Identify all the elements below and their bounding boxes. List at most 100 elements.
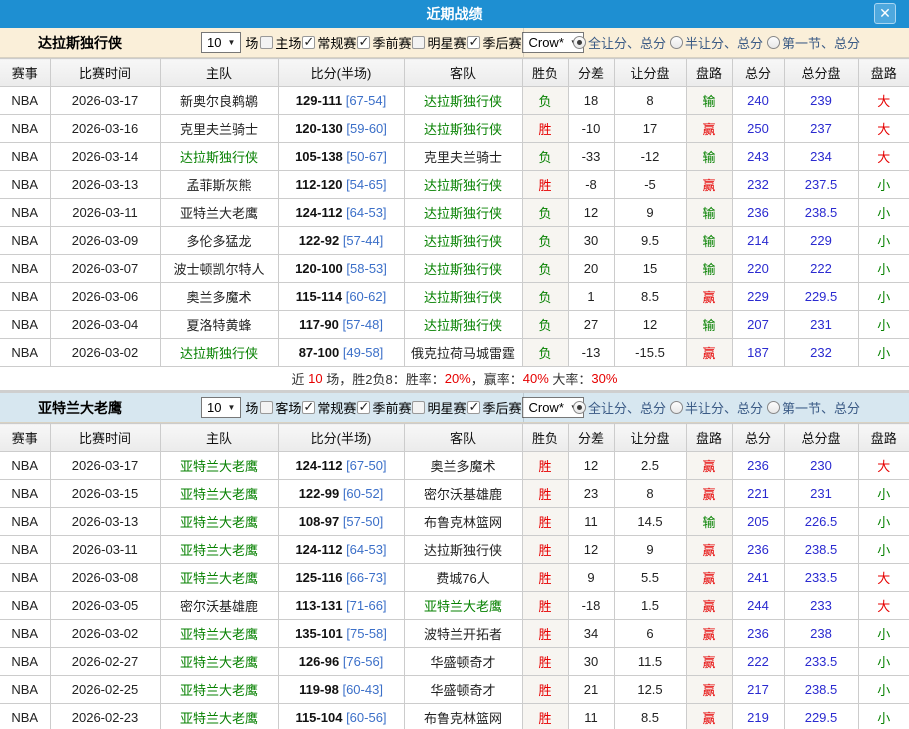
filter-checkbox[interactable]: 常规赛 (302, 33, 356, 52)
radio-label: 全让分、总分 (588, 33, 666, 52)
full-score: 117-90 (299, 317, 339, 332)
cell-handicap-line: -12 (614, 143, 686, 171)
summary-text: ，赢率： (471, 369, 523, 388)
cell-total-line: 229.5 (784, 283, 858, 311)
checkbox-icon[interactable] (467, 401, 480, 414)
full-score: 129-111 (296, 93, 342, 108)
cell-result: 负 (522, 339, 568, 367)
checkbox-icon[interactable] (260, 36, 273, 49)
filter-label: 明星赛 (427, 398, 466, 417)
cell-league: NBA (0, 199, 50, 227)
cell-away-team: 达拉斯独行侠 (404, 199, 522, 227)
cell-total-points: 219 (732, 704, 784, 729)
half-score: [60-62] (346, 289, 386, 304)
column-header: 总分 (732, 424, 784, 452)
radio-icon[interactable] (670, 401, 683, 414)
record-summary: 近 10 场，胜2负8：胜率：20%，赢率：40% 大率：30% (0, 367, 909, 393)
cell-point-diff: 30 (568, 227, 614, 255)
game-count-select[interactable]: 10 ▼ (201, 32, 241, 53)
cell-home-team: 奥兰多魔术 (160, 283, 278, 311)
results-table: 赛事比赛时间主队比分(半场)客队胜负分差让分盘盘路总分总分盘盘路 NBA2026… (0, 423, 909, 729)
cell-total-points: 229 (732, 283, 784, 311)
cell-handicap-result: 输 (686, 143, 732, 171)
cell-total-points: 236 (732, 620, 784, 648)
checkbox-icon[interactable] (412, 401, 425, 414)
cell-total-line: 238.5 (784, 676, 858, 704)
cell-away-team: 费城76人 (404, 564, 522, 592)
filter-checkbox[interactable]: 季前赛 (357, 33, 411, 52)
cell-point-diff: -8 (568, 171, 614, 199)
checkbox-icon[interactable] (302, 36, 315, 49)
full-score: 124-112 (295, 458, 342, 473)
filter-checkbox[interactable]: 明星赛 (412, 33, 466, 52)
bet-mode-radio[interactable]: 第一节、总分 (767, 33, 860, 52)
bet-mode-radio[interactable]: 半让分、总分 (670, 33, 763, 52)
radio-label: 第一节、总分 (782, 398, 860, 417)
cell-score: 122-99 [60-52] (278, 480, 404, 508)
full-score: 122-99 (299, 486, 339, 501)
table-row: NBA2026-03-11亚特兰大老鹰124-112 [64-53]达拉斯独行侠… (0, 199, 909, 227)
filter-checkbox[interactable]: 季前赛 (357, 398, 411, 417)
filter-checkbox[interactable]: 季后赛 (467, 398, 521, 417)
cell-handicap-line: 2.5 (614, 452, 686, 480)
cell-league: NBA (0, 508, 50, 536)
filter-checkbox[interactable]: 明星赛 (412, 398, 466, 417)
checkbox-icon[interactable] (357, 36, 370, 49)
bet-mode-radio[interactable]: 第一节、总分 (767, 398, 860, 417)
cell-home-team: 孟菲斯灰熊 (160, 171, 278, 199)
cell-handicap-line: 15 (614, 255, 686, 283)
game-count-select[interactable]: 10 ▼ (201, 397, 241, 418)
filter-checkbox[interactable]: 常规赛 (302, 398, 356, 417)
summary-text: 10 (308, 371, 322, 386)
table-header-row: 赛事比赛时间主队比分(半场)客队胜负分差让分盘盘路总分总分盘盘路 (0, 59, 909, 87)
cell-handicap-result: 赢 (686, 480, 732, 508)
cell-league: NBA (0, 311, 50, 339)
filter-checkbox[interactable]: 客场 (260, 398, 301, 417)
radio-icon[interactable] (573, 401, 586, 414)
half-score: [54-65] (346, 177, 386, 192)
cell-date: 2026-03-14 (50, 143, 160, 171)
cell-away-team: 密尔沃基雄鹿 (404, 480, 522, 508)
cell-away-team: 华盛顿奇才 (404, 676, 522, 704)
bet-mode-radio[interactable]: 半让分、总分 (670, 398, 763, 417)
checkbox-icon[interactable] (260, 401, 273, 414)
cell-total-points: 232 (732, 171, 784, 199)
column-header: 盘路 (858, 424, 909, 452)
checkbox-icon[interactable] (467, 36, 480, 49)
cell-point-diff: 1 (568, 283, 614, 311)
filter-checkbox[interactable]: 季后赛 (467, 33, 521, 52)
radio-icon[interactable] (767, 401, 780, 414)
cell-result: 胜 (522, 115, 568, 143)
cell-point-diff: 11 (568, 508, 614, 536)
cell-league: NBA (0, 87, 50, 115)
radio-icon[interactable] (573, 36, 586, 49)
cell-away-team: 达拉斯独行侠 (404, 115, 522, 143)
cell-ou-result: 小 (858, 480, 909, 508)
close-icon[interactable]: ✕ (874, 3, 896, 24)
cell-handicap-line: 1.5 (614, 592, 686, 620)
radio-icon[interactable] (670, 36, 683, 49)
table-row: NBA2026-03-13亚特兰大老鹰108-97 [57-50]布鲁克林篮网胜… (0, 508, 909, 536)
cell-total-points: 243 (732, 143, 784, 171)
checkbox-icon[interactable] (302, 401, 315, 414)
cell-total-points: 244 (732, 592, 784, 620)
cell-ou-result: 大 (858, 564, 909, 592)
bet-mode-radio[interactable]: 全让分、总分 (573, 33, 666, 52)
cell-total-line: 232 (784, 339, 858, 367)
checkbox-icon[interactable] (357, 401, 370, 414)
cell-total-line: 238.5 (784, 199, 858, 227)
filter-label: 季后赛 (482, 33, 521, 52)
column-header: 比赛时间 (50, 424, 160, 452)
cell-total-line: 229.5 (784, 704, 858, 729)
cell-total-line: 238 (784, 620, 858, 648)
cell-league: NBA (0, 648, 50, 676)
cell-home-team: 新奥尔良鹈鹕 (160, 87, 278, 115)
filter-checkbox[interactable]: 主场 (260, 33, 301, 52)
cell-league: NBA (0, 115, 50, 143)
cell-league: NBA (0, 143, 50, 171)
cell-result: 负 (522, 311, 568, 339)
checkbox-icon[interactable] (412, 36, 425, 49)
radio-icon[interactable] (767, 36, 780, 49)
bet-mode-radio[interactable]: 全让分、总分 (573, 398, 666, 417)
filter-label: 常规赛 (317, 398, 356, 417)
